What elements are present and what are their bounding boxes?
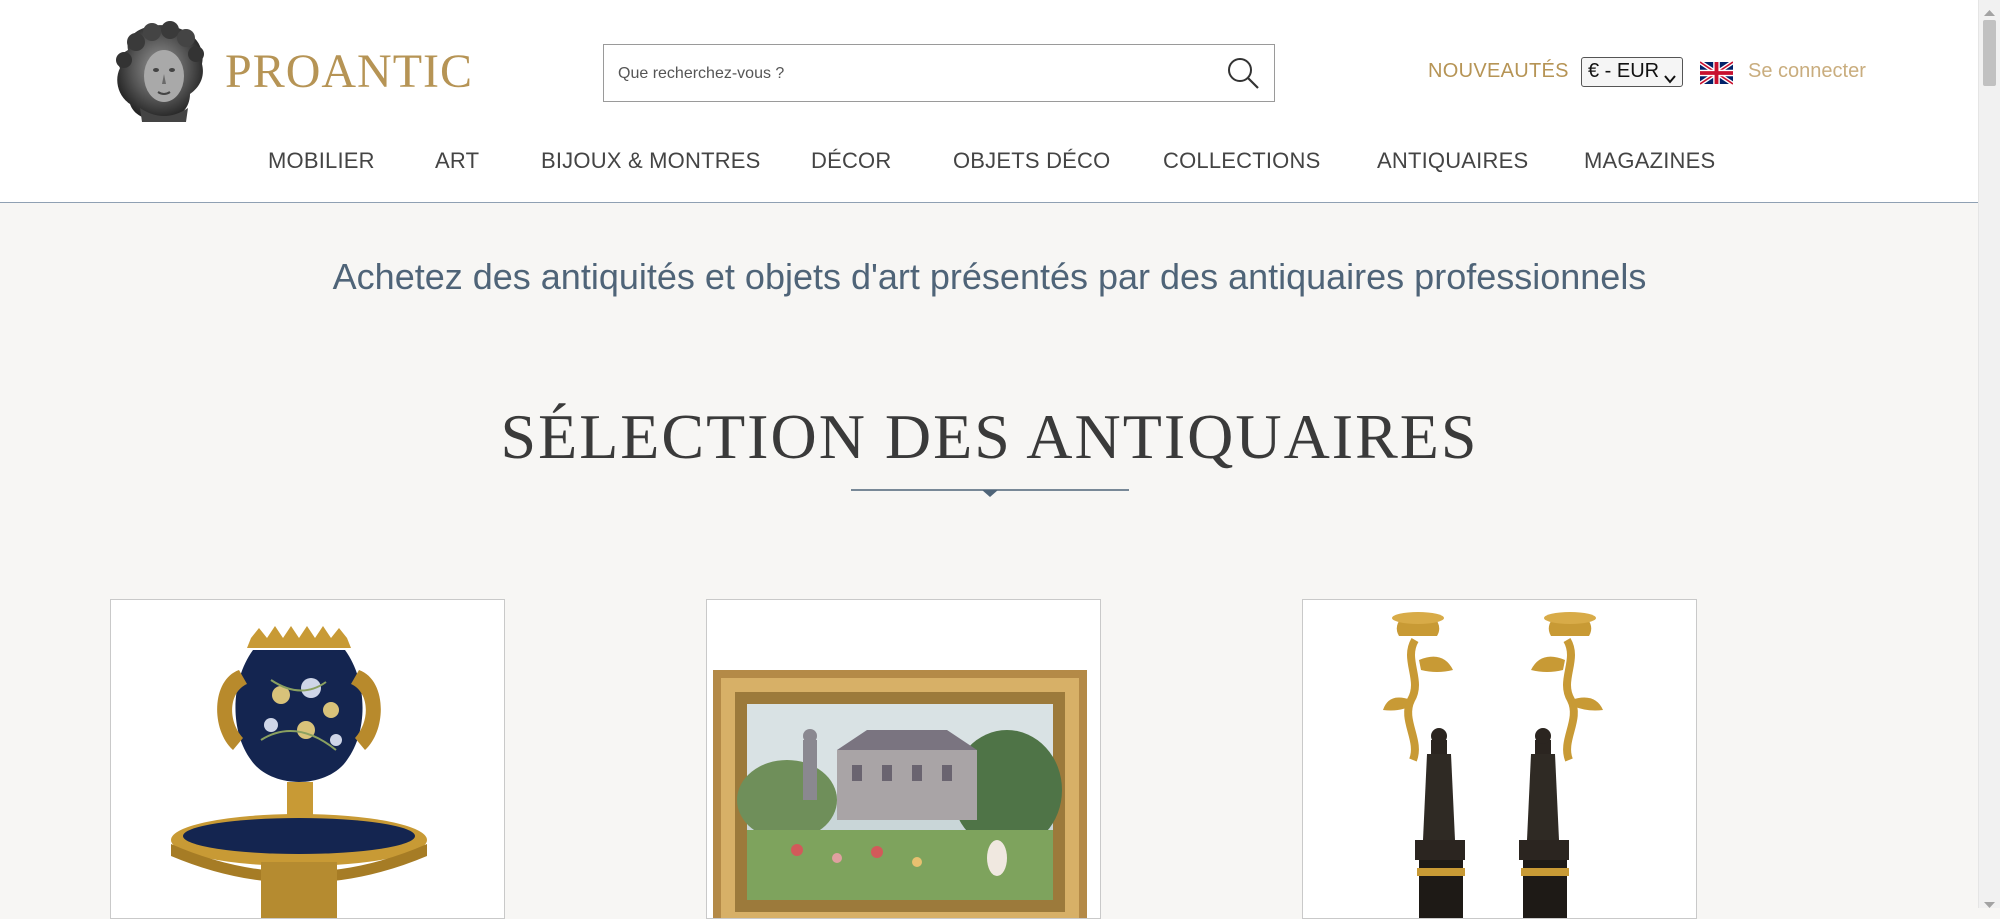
site-header: PROANTIC NOUVEAUTÉS € - EUR Se connecter…	[0, 0, 1979, 203]
candelabra-image	[1383, 612, 1603, 918]
login-link[interactable]: Se connecter	[1748, 60, 1866, 83]
nav-item-decor[interactable]: DÉCOR	[811, 148, 891, 174]
logo-text[interactable]: PROANTIC	[225, 44, 473, 99]
section-title: SÉLECTION DES ANTIQUAIRES	[500, 401, 1479, 472]
currency-selected-value: € - EUR	[1588, 60, 1660, 82]
page-scrollbar[interactable]	[1978, 0, 2000, 908]
product-card-candelabra[interactable]	[1302, 599, 1697, 919]
scroll-up-arrow-icon[interactable]	[1984, 4, 1995, 16]
nav-item-collections[interactable]: COLLECTIONS	[1163, 148, 1320, 174]
product-card-vase[interactable]	[110, 599, 505, 919]
title-divider	[851, 484, 1129, 500]
search-box	[603, 44, 1275, 103]
scroll-down-arrow-icon[interactable]	[1984, 896, 1995, 908]
search-icon[interactable]	[1226, 56, 1260, 90]
nouveautes-link[interactable]: NOUVEAUTÉS	[1428, 60, 1569, 83]
nav-item-antiquaires[interactable]: ANTIQUAIRES	[1377, 148, 1528, 174]
search-input[interactable]	[616, 45, 1200, 103]
uk-flag-icon[interactable]	[1698, 60, 1735, 86]
main-nav: MOBILIER ART BIJOUX & MONTRES DÉCOR OBJE…	[0, 148, 1979, 180]
nav-item-art[interactable]: ART	[435, 148, 479, 174]
nav-item-objets-deco[interactable]: OBJETS DÉCO	[953, 148, 1110, 174]
scrollbar-thumb[interactable]	[1983, 20, 1996, 86]
chevron-down-icon	[1664, 67, 1676, 84]
vase-image	[171, 626, 427, 918]
page-tagline: Achetez des antiquités et objets d'art p…	[332, 256, 1647, 297]
nav-item-bijoux-montres[interactable]: BIJOUX & MONTRES	[541, 148, 761, 174]
currency-select[interactable]: € - EUR	[1581, 57, 1683, 87]
painting-image	[713, 670, 1087, 918]
nav-item-mobilier[interactable]: MOBILIER	[268, 148, 375, 174]
nav-item-magazines[interactable]: MAGAZINES	[1584, 148, 1715, 174]
logo-bust-icon[interactable]	[110, 20, 210, 124]
product-card-painting[interactable]	[706, 599, 1101, 919]
